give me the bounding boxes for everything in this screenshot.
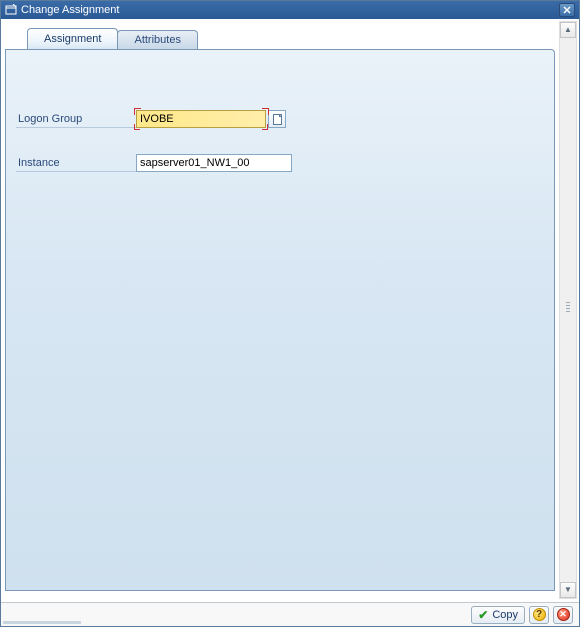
title-bar[interactable]: Change Assignment [1,1,579,19]
tab-label: Assignment [44,33,101,45]
window-icon [5,4,17,16]
status-segment [29,621,81,624]
tab-label: Attributes [134,34,180,46]
chevron-down-icon: ▼ [564,586,572,594]
panel-inner: Logon Group Instance [6,50,554,206]
copy-button[interactable]: ✔ Copy [471,606,525,624]
value-help-icon [273,114,282,125]
scrollbar-grip-icon [566,302,570,312]
logon-group-value-help-button[interactable] [268,110,286,128]
tab-assignment[interactable]: Assignment [27,28,118,49]
client-area: Assignment Attributes Logon Group [1,19,579,626]
logon-group-label: Logon Group [16,110,136,128]
close-icon [563,6,571,14]
tab-area: Assignment Attributes Logon Group [5,27,555,595]
copy-button-label: Copy [492,609,518,621]
logon-group-input[interactable] [136,110,266,128]
window-title: Change Assignment [21,4,559,16]
tab-panel: Logon Group Instance [5,49,555,591]
scroll-down-button[interactable]: ▼ [560,582,576,598]
cancel-button[interactable]: ✕ [553,606,573,624]
vertical-scrollbar[interactable]: ▲ ▼ [559,21,577,599]
window-close-button[interactable] [559,3,575,17]
cancel-icon: ✕ [557,608,570,621]
scroll-host: Assignment Attributes Logon Group [3,21,559,599]
tab-attributes[interactable]: Attributes [117,30,197,49]
check-icon: ✔ [478,608,488,622]
window-frame: Change Assignment Assignment Attributes [0,0,580,627]
chevron-up-icon: ▲ [564,26,572,34]
bottom-button-bar: ✔ Copy ? ✕ [1,602,579,626]
help-button[interactable]: ? [529,606,549,624]
tab-strip: Assignment Attributes [5,27,555,49]
logon-group-control [136,110,292,128]
question-icon: ? [533,608,546,621]
scroll-up-button[interactable]: ▲ [560,22,576,38]
instance-input[interactable] [136,154,292,172]
instance-label: Instance [16,154,136,172]
field-row-logon-group: Logon Group [16,108,544,130]
field-row-instance: Instance [16,152,544,174]
instance-control [136,154,292,172]
